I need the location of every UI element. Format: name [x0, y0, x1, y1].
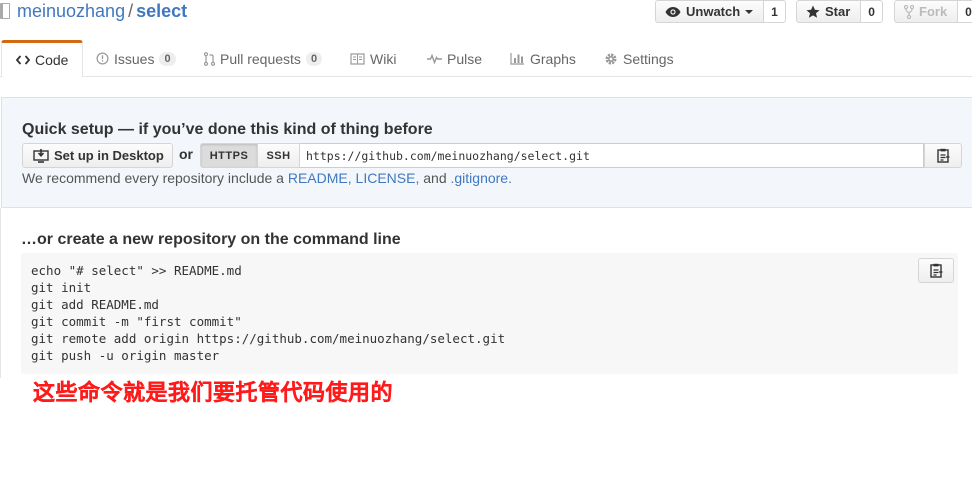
https-toggle[interactable]: HTTPS [200, 143, 258, 168]
command-text[interactable]: echo "# select" >> README.md git init gi… [31, 262, 505, 364]
tab-settings-label: Settings [623, 50, 674, 67]
repo-nav-tabs: Code Issues 0 Pull requests 0 Wiki Pulse… [0, 40, 972, 78]
watch-count[interactable]: 1 [764, 0, 786, 23]
tab-pulse[interactable]: Pulse [427, 40, 482, 77]
readme-link[interactable]: README, [288, 170, 352, 186]
watch-group: Unwatch 1 [655, 0, 786, 23]
command-line: git commit -m "first commit" [31, 314, 242, 329]
annotation-text: 这些命令就是我们要托管代码使用的 [33, 380, 394, 405]
code-icon [16, 55, 30, 65]
clipboard-icon [936, 148, 949, 163]
fork-count[interactable]: 0 [958, 0, 972, 23]
section-divider [0, 208, 1, 378]
repo-owner-link[interactable]: meinuozhang [17, 1, 125, 21]
tab-pull-requests[interactable]: Pull requests 0 [204, 40, 323, 77]
issue-icon [96, 52, 109, 65]
copy-url-button[interactable] [924, 143, 962, 168]
graph-icon [510, 53, 524, 65]
star-label: Star [825, 4, 851, 19]
gitignore-link[interactable]: .gitignore. [451, 170, 512, 186]
gear-icon [605, 53, 617, 64]
tab-graphs[interactable]: Graphs [510, 40, 576, 77]
setup-in-desktop-button[interactable]: Set up in Desktop [22, 143, 173, 168]
setup-in-desktop-label: Set up in Desktop [54, 148, 164, 163]
tab-settings[interactable]: Settings [604, 40, 674, 77]
pull-requests-count-badge: 0 [305, 51, 323, 66]
ssh-toggle[interactable]: SSH [258, 143, 300, 168]
tab-graphs-label: Graphs [530, 50, 576, 67]
tab-code[interactable]: Code [1, 40, 84, 78]
clone-url-row: Set up in Desktop or HTTPS SSH https://g… [22, 143, 962, 168]
chevron-down-icon [745, 9, 754, 14]
command-line: git push -u origin master [31, 348, 220, 363]
command-code-block: echo "# select" >> README.md git init gi… [21, 253, 958, 374]
pulse-icon [427, 53, 442, 64]
star-button[interactable]: Star [796, 0, 862, 23]
recommend-text: We recommend every repository include a … [22, 170, 512, 186]
star-icon [806, 5, 820, 18]
command-line: git init [31, 280, 92, 295]
repo-icon [0, 3, 10, 19]
license-link[interactable]: LICENSE, [356, 170, 420, 186]
tab-wiki-label: Wiki [370, 50, 397, 67]
tab-pulse-label: Pulse [447, 50, 483, 67]
book-icon [350, 52, 365, 65]
recommend-prefix: We recommend every repository include a [22, 170, 284, 186]
quick-setup-panel: Quick setup — if you’ve done this kind o… [1, 97, 972, 208]
repo-title: meinuozhang / select [17, 1, 187, 22]
star-count[interactable]: 0 [861, 0, 883, 23]
tab-issues[interactable]: Issues 0 [96, 40, 176, 77]
repo-header: meinuozhang / select Unwatch 1 Star 0 Fork… [0, 0, 972, 28]
tab-wiki[interactable]: Wiki [350, 40, 396, 77]
or-text: or [179, 146, 193, 162]
fork-button[interactable]: Fork [894, 0, 959, 23]
and-text: and [423, 170, 447, 186]
fork-icon [904, 4, 914, 19]
issues-count-badge: 0 [159, 51, 176, 66]
clipboard-icon [929, 263, 942, 278]
command-line-title: …or create a new repository on the comma… [21, 231, 401, 248]
unwatch-button[interactable]: Unwatch [655, 0, 765, 23]
command-line: echo "# select" >> README.md [31, 263, 242, 278]
fork-label: Fork [919, 4, 948, 19]
repo-title-separator: / [128, 1, 134, 21]
pull-request-icon [204, 51, 215, 66]
repo-name-link[interactable]: select [136, 1, 187, 21]
copy-commands-button[interactable] [918, 258, 954, 283]
eye-icon [665, 6, 681, 17]
command-line: git remote add origin https://github.com… [31, 331, 506, 346]
quick-setup-title: Quick setup — if you’ve done this kind o… [22, 121, 433, 138]
unwatch-label: Unwatch [686, 4, 741, 19]
clone-url-input[interactable]: https://github.com/meinuozhang/select.gi… [300, 143, 924, 168]
command-line: git add README.md [31, 297, 159, 312]
tab-issues-label: Issues [114, 50, 155, 67]
desktop-download-icon [33, 148, 49, 163]
tab-pull-requests-label: Pull requests [220, 50, 301, 67]
fork-group: Fork 0 [894, 0, 972, 23]
star-group: Star 0 [796, 0, 883, 23]
tab-code-label: Code [35, 52, 69, 68]
